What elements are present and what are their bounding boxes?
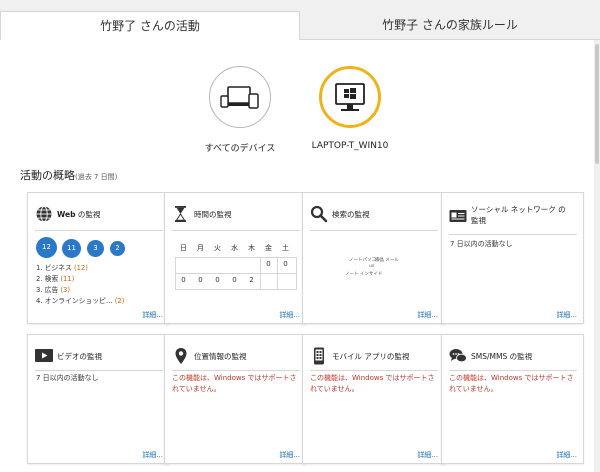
overview-subtitle: (過去 7 日間)	[75, 173, 118, 181]
scrollbar-thumb[interactable]	[595, 44, 599, 164]
device-all-circle	[209, 66, 271, 128]
list-item: 1. ビジネス (12)	[36, 263, 124, 274]
hourglass-icon	[175, 206, 186, 222]
weekday-label: 水	[231, 244, 238, 252]
globe-icon	[36, 206, 52, 222]
social-network-icon	[449, 210, 467, 222]
web-category-list: 1. ビジネス (12) 2. 検索 (11) 3. 広告 (3) 4. オンラ…	[36, 263, 124, 307]
count-badge: 2	[110, 241, 125, 256]
card-time-monitoring[interactable]: 時間の監視 日 月 火 水 木 金 土 0 0 0 0 0 0 2 詳細...	[164, 192, 307, 324]
device-laptop-label: LAPTOP-T_WIN10	[311, 141, 389, 151]
card-header: ソーシャル ネットワーク の監視	[449, 205, 577, 235]
card-title: モバイル アプリの監視	[332, 352, 410, 361]
time-value: 2	[249, 276, 254, 284]
category-count: (2)	[114, 297, 125, 305]
card-mobile-app-monitoring[interactable]: モバイル アプリの監視 この機能は、Windows ではサポートされていません。…	[302, 334, 445, 464]
video-icon	[35, 349, 53, 362]
location-pin-icon	[175, 348, 187, 364]
device-laptop-circle	[319, 66, 381, 128]
card-social-monitoring[interactable]: ソーシャル ネットワーク の監視 7 日以内の活動なし 詳細...	[441, 192, 584, 324]
search-term: 液晶 メール	[375, 258, 399, 263]
details-link[interactable]: 詳細...	[556, 310, 577, 320]
details-link[interactable]: 詳細...	[417, 310, 438, 320]
time-value: 0	[266, 260, 271, 268]
device-all[interactable]: すべてのデバイス	[200, 66, 280, 154]
status-text: この機能は、Windows ではサポートされていません。	[172, 374, 297, 393]
card-header: 時間の監視	[172, 205, 300, 231]
card-title-rest: の監視	[75, 210, 101, 219]
status-text: 7 日以内の活動なし	[450, 240, 513, 248]
search-icon	[310, 205, 328, 223]
tab-bar: 竹野了 さんの活動 竹野子 さんの家族ルール	[0, 0, 600, 40]
card-header: SMS/MMS の監視	[449, 347, 577, 371]
status-text: この機能は、Windows ではサポートされていません。	[310, 374, 435, 393]
category-count: (12)	[74, 264, 88, 272]
list-item: 4. オンラインショッピ… (2)	[36, 296, 124, 307]
mobile-phone-icon	[314, 347, 324, 365]
monitor-icon	[335, 83, 365, 111]
card-header: Web の監視	[35, 205, 163, 231]
card-title: Web の監視	[57, 209, 100, 220]
card-title: 時間の監視	[194, 210, 232, 219]
details-link[interactable]: 詳細...	[279, 310, 300, 320]
device-all-label: すべてのデバイス	[204, 144, 276, 154]
card-header: 位置情報の監視	[172, 347, 300, 371]
time-value: 0	[198, 276, 203, 284]
weekday-label: 金	[265, 244, 272, 252]
details-link[interactable]: 詳細...	[417, 450, 438, 460]
count-badge: 3	[87, 240, 104, 257]
card-search-monitoring[interactable]: 検索の監視 ノートパソコン 液晶 メール us ノート インサイド 詳細...	[302, 192, 445, 324]
category-count: (11)	[60, 275, 75, 283]
tab-family-rules[interactable]: 竹野子 さんの家族ルール	[300, 11, 600, 40]
category-name: 3. 広告	[36, 286, 61, 294]
category-name: 4. オンラインショッピ…	[36, 297, 115, 305]
weekday-header: 日 月 火 水 木 金 土	[175, 243, 297, 255]
time-value: 0	[181, 276, 186, 284]
card-title: 検索の監視	[332, 210, 370, 219]
card-title: 位置情報の監視	[194, 352, 247, 361]
card-header: 検索の監視	[310, 205, 438, 231]
list-item: 2. 検索 (11)	[36, 274, 124, 285]
card-title-strong: Web	[57, 210, 76, 219]
time-grid: 0 0 0 0 0 0 2	[175, 257, 297, 290]
tab-activity[interactable]: 竹野了 さんの活動	[0, 11, 300, 40]
details-link[interactable]: 詳細...	[556, 450, 577, 460]
weekday-label: 土	[282, 244, 289, 252]
all-devices-icon	[220, 86, 259, 109]
details-link[interactable]: 詳細...	[279, 450, 300, 460]
card-header: ビデオの監視	[35, 347, 163, 371]
status-text: 7 日以内の活動なし	[36, 374, 99, 382]
list-item: 3. 広告 (3)	[36, 285, 124, 296]
category-name: 1. ビジネス	[36, 264, 74, 272]
card-title: SMS/MMS の監視	[471, 352, 533, 361]
device-laptop[interactable]: LAPTOP-T_WIN10	[305, 66, 395, 151]
search-term: us	[369, 264, 375, 269]
details-link[interactable]: 詳細...	[142, 450, 163, 460]
overview-title-text: 活動の概略	[20, 169, 75, 182]
weekday-label: 木	[248, 244, 255, 252]
category-name: 2. 検索	[36, 275, 61, 283]
status-text: この機能は、Windows ではサポートされていません。	[449, 374, 574, 393]
details-link[interactable]: 詳細...	[142, 310, 163, 320]
time-value: 0	[215, 276, 220, 284]
count-badge: 12	[36, 237, 57, 258]
card-title: ソーシャル ネットワーク の監視	[471, 205, 566, 225]
card-location-monitoring[interactable]: 位置情報の監視 この機能は、Windows ではサポートされていません。 詳細.…	[164, 334, 307, 464]
time-value: 0	[232, 276, 237, 284]
weekday-label: 火	[214, 244, 221, 252]
time-value: 0	[283, 260, 288, 268]
search-term-cloud: ノートパソコン 液晶 メール us ノート インサイド	[333, 253, 413, 283]
card-video-monitoring[interactable]: ビデオの監視 7 日以内の活動なし 詳細...	[27, 334, 170, 464]
category-count: (3)	[60, 286, 71, 294]
count-badge: 11	[62, 239, 81, 258]
card-web-monitoring[interactable]: Web の監視 12 11 3 2 1. ビジネス (12) 2. 検索 (11…	[27, 192, 170, 324]
overview-title: 活動の概略(過去 7 日間)	[20, 167, 117, 183]
card-title: ビデオの監視	[57, 352, 102, 361]
chat-bubbles-icon	[449, 349, 467, 363]
weekday-label: 月	[197, 244, 204, 252]
card-header: モバイル アプリの監視	[310, 347, 438, 371]
card-sms-mms-monitoring[interactable]: SMS/MMS の監視 この機能は、Windows ではサポートされていません。…	[441, 334, 584, 464]
search-term: ノート インサイド	[345, 272, 383, 277]
weekday-label: 日	[180, 244, 187, 252]
